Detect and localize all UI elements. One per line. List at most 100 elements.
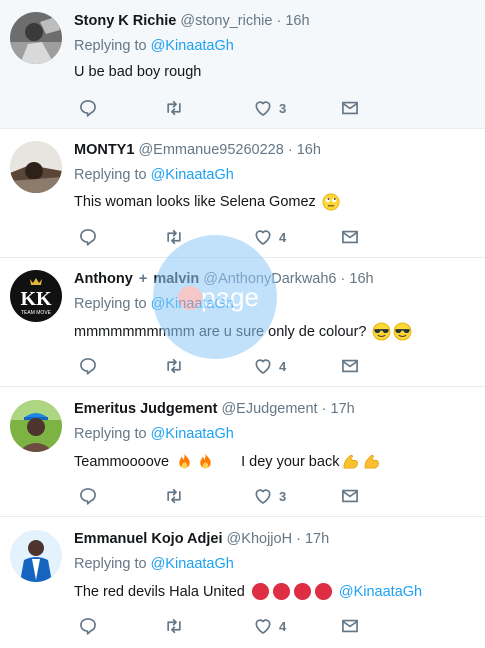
retweet-button[interactable] xyxy=(164,485,184,507)
avatar[interactable] xyxy=(10,141,62,193)
tweet-header: MONTY1 @Emmanue95260228 · 16h xyxy=(74,141,477,159)
retweet-button[interactable] xyxy=(164,97,184,119)
like-button[interactable]: 4 xyxy=(253,226,286,248)
replying-to-label: Replying to xyxy=(74,556,147,572)
retweet-icon xyxy=(164,356,184,376)
user-handle[interactable]: @AnthonyDarkwah6 xyxy=(203,271,336,287)
direct-message-icon xyxy=(340,98,360,118)
svg-text:KK: KK xyxy=(20,288,52,310)
display-name-suffix[interactable]: malvin xyxy=(153,271,199,287)
replying-to-mention[interactable]: @KinaataGh xyxy=(151,38,234,54)
tweet-card[interactable]: KK TEAM MOVE Anthony + malvin @AnthonyDa… xyxy=(0,258,485,387)
like-button[interactable]: 3 xyxy=(253,485,286,507)
like-icon xyxy=(253,486,273,506)
tweet-card[interactable]: MONTY1 @Emmanue95260228 · 16h Replying t… xyxy=(0,129,485,258)
tweet-text: U be bad boy rough xyxy=(74,64,477,80)
tweet-text-content: U be bad boy rough xyxy=(74,64,202,80)
retweet-button[interactable] xyxy=(164,615,184,637)
reply-button[interactable] xyxy=(78,485,98,507)
display-name[interactable]: Emmanuel Kojo Adjei xyxy=(74,531,223,547)
tweet-card[interactable]: Emeritus Judgement @EJudgement · 17h Rep… xyxy=(0,388,485,517)
tweet-mention-link[interactable]: @KinaataGh xyxy=(339,584,422,600)
retweet-icon xyxy=(164,616,184,636)
red-circle-emoji-icon xyxy=(272,582,291,601)
avatar[interactable]: KK TEAM MOVE xyxy=(10,270,62,322)
tweet-card[interactable]: Emmanuel Kojo Adjei @KhojjoH · 17h Reply… xyxy=(0,518,485,647)
like-button[interactable]: 3 xyxy=(253,97,286,119)
avatar-logo-text: TEAM MOVE xyxy=(21,310,52,316)
direct-message-button[interactable] xyxy=(340,485,360,507)
user-handle[interactable]: @KhojjoH xyxy=(227,531,293,547)
red-circle-emoji-icon xyxy=(314,582,333,601)
user-handle[interactable]: @Emmanue95260228 xyxy=(138,142,283,158)
sunglasses-emoji-icon xyxy=(393,322,412,341)
direct-message-button[interactable] xyxy=(340,615,360,637)
tweet-text-content-2: I dey your back xyxy=(241,453,340,470)
user-handle[interactable]: @EJudgement xyxy=(221,401,317,417)
display-name[interactable]: Anthony xyxy=(74,271,133,287)
flexed-biceps-emoji-icon xyxy=(362,452,381,471)
direct-message-icon xyxy=(340,227,360,247)
display-name[interactable]: Stony K Richie xyxy=(74,13,176,29)
tweet-actions: 4 xyxy=(74,615,364,637)
timestamp[interactable]: 16h xyxy=(297,142,321,158)
user-handle[interactable]: @stony_richie xyxy=(180,13,272,29)
replying-to-mention[interactable]: @KinaataGh xyxy=(151,556,234,572)
like-count: 4 xyxy=(279,229,287,245)
tweet-card[interactable]: Stony K Richie @stony_richie · 16h Reply… xyxy=(0,0,485,129)
reply-icon xyxy=(78,616,98,636)
like-button[interactable]: 4 xyxy=(253,355,286,377)
direct-message-button[interactable] xyxy=(340,355,360,377)
reply-button[interactable] xyxy=(78,355,98,377)
replying-to-line: Replying to @KinaataGh xyxy=(74,296,234,312)
like-count: 3 xyxy=(279,488,287,504)
reply-icon xyxy=(78,486,98,506)
display-name[interactable]: Emeritus Judgement xyxy=(74,401,217,417)
like-count: 4 xyxy=(279,358,287,374)
retweet-icon xyxy=(164,98,184,118)
like-icon xyxy=(253,227,273,247)
avatar[interactable] xyxy=(10,530,62,582)
tweet-text-content: Teammoooove xyxy=(74,453,170,470)
tweet-text: mmmmmmmmmm are u sure only de colour? xyxy=(74,322,477,341)
replying-to-label: Replying to xyxy=(74,426,147,442)
replying-to-label: Replying to xyxy=(74,38,147,54)
direct-message-button[interactable] xyxy=(340,226,360,248)
tweet-actions: 3 xyxy=(74,485,364,507)
separator: · xyxy=(340,271,346,287)
replying-to-line: Replying to @KinaataGh xyxy=(74,426,234,442)
tweet-text: Teammoooove I dey your back xyxy=(74,452,477,471)
timestamp[interactable]: 17h xyxy=(305,531,329,547)
replying-to-mention[interactable]: @KinaataGh xyxy=(151,426,234,442)
avatar[interactable] xyxy=(10,12,62,64)
like-button[interactable]: 4 xyxy=(253,615,286,637)
tweet-header: Emeritus Judgement @EJudgement · 17h xyxy=(74,400,477,418)
fire-emoji-icon xyxy=(175,452,194,471)
reply-button[interactable] xyxy=(78,226,98,248)
direct-message-button[interactable] xyxy=(340,97,360,119)
like-icon xyxy=(253,616,273,636)
retweet-button[interactable] xyxy=(164,355,184,377)
tweet-text-content: This woman looks like Selena Gomez xyxy=(74,194,316,210)
tweet-text: The red devils Hala United @KinaataGh xyxy=(74,582,477,601)
replying-to-line: Replying to @KinaataGh xyxy=(74,556,234,572)
timestamp[interactable]: 16h xyxy=(285,13,309,29)
replying-to-mention[interactable]: @KinaataGh xyxy=(151,296,234,312)
replying-to-line: Replying to @KinaataGh xyxy=(74,167,234,183)
reply-button[interactable] xyxy=(78,615,98,637)
direct-message-icon xyxy=(340,486,360,506)
display-name[interactable]: MONTY1 xyxy=(74,142,134,158)
sunglasses-emoji-icon xyxy=(372,322,391,341)
retweet-button[interactable] xyxy=(164,226,184,248)
tweet-header: Stony K Richie @stony_richie · 16h xyxy=(74,12,477,30)
timestamp[interactable]: 16h xyxy=(349,271,373,287)
like-icon xyxy=(253,98,273,118)
replying-to-label: Replying to xyxy=(74,167,147,183)
timestamp[interactable]: 17h xyxy=(331,401,355,417)
replying-to-mention[interactable]: @KinaataGh xyxy=(151,167,234,183)
reply-button[interactable] xyxy=(78,97,98,119)
like-icon xyxy=(253,356,273,376)
retweet-icon xyxy=(164,227,184,247)
plus-icon: + xyxy=(138,271,148,287)
avatar[interactable] xyxy=(10,400,62,452)
